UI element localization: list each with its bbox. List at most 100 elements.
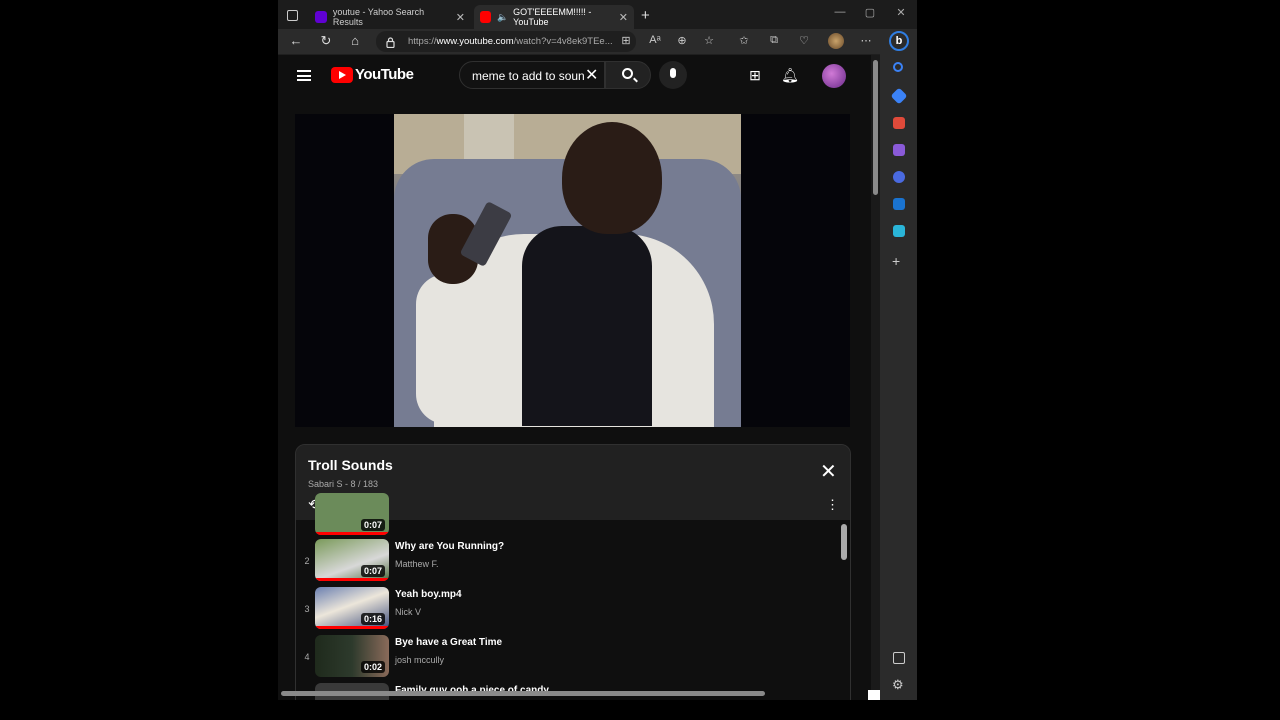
- url-domain: www.youtube.com: [436, 36, 514, 47]
- read-aloud-icon[interactable]: Aᵃ: [647, 34, 663, 46]
- close-tab-icon[interactable]: ✕: [456, 11, 465, 24]
- create-video-icon[interactable]: ⊞: [745, 67, 765, 84]
- close-playlist-icon[interactable]: ✕: [820, 459, 837, 484]
- add-sidebar-app-icon[interactable]: +: [892, 253, 900, 269]
- yahoo-favicon-icon: [315, 11, 327, 23]
- avatar[interactable]: [822, 64, 846, 88]
- app-available-icon[interactable]: ⊞: [618, 34, 634, 47]
- profile-avatar-icon[interactable]: [828, 33, 844, 49]
- notifications-bell-icon[interactable]: 🔔︎: [780, 67, 800, 84]
- playlist-index: 4: [304, 652, 310, 662]
- corner-square: [868, 690, 880, 700]
- watch-progress-bar: [315, 626, 389, 629]
- video-person-head: [562, 122, 662, 234]
- voice-search-button[interactable]: [659, 61, 687, 89]
- shopping-tag-icon[interactable]: [890, 87, 908, 105]
- video-thumbnail[interactable]: 0:07: [315, 493, 389, 535]
- new-tab-button[interactable]: +: [641, 7, 650, 24]
- list-item[interactable]: 4 0:02 Bye have a Great Time josh mccull…: [296, 632, 841, 680]
- tab-title: youtue - Yahoo Search Results: [332, 7, 425, 27]
- list-item[interactable]: 0:07: [296, 490, 841, 538]
- channel-name[interactable]: Matthew F.: [395, 559, 439, 569]
- close-tab-icon[interactable]: ✕: [619, 11, 628, 24]
- microphone-icon: [670, 68, 676, 78]
- maximize-icon[interactable]: ▢: [860, 6, 880, 19]
- back-icon[interactable]: ←: [286, 33, 306, 48]
- video-scarf: [522, 226, 652, 426]
- search-icon: [622, 68, 633, 79]
- tab-actions-icon[interactable]: [287, 10, 298, 21]
- playlist-list: 0:07 2 0:07 Why are You Running? Matthew…: [296, 493, 850, 700]
- tab-yahoo-search[interactable]: youtue - Yahoo Search Results ✕: [309, 5, 471, 29]
- collections-icon[interactable]: ⧉: [766, 34, 782, 47]
- close-window-icon[interactable]: ✕: [891, 6, 911, 19]
- url-path: /watch?v=4v8ek9TEe...: [513, 36, 613, 47]
- duration-badge: 0:07: [360, 565, 385, 577]
- edge-sidebar: b + ⚙: [880, 29, 917, 700]
- video-frame: [394, 114, 741, 427]
- clear-search-icon[interactable]: ✕: [585, 65, 598, 85]
- sidebar-search-icon[interactable]: [893, 62, 903, 72]
- hide-sidebar-icon[interactable]: [893, 652, 905, 664]
- drop-send-icon[interactable]: [893, 225, 905, 237]
- playlist-title[interactable]: Troll Sounds: [308, 457, 393, 473]
- microsoft-365-icon[interactable]: [893, 171, 905, 183]
- channel-name[interactable]: josh mccully: [395, 655, 444, 665]
- list-item[interactable]: 2 0:07 Why are You Running? Matthew F.: [296, 536, 841, 584]
- playlist-index: 3: [304, 604, 310, 614]
- tab-title: GOT'EEEEMM!!!!! - YouTube: [513, 7, 592, 27]
- video-arm: [416, 274, 476, 424]
- favorites-icon[interactable]: ✩: [736, 34, 752, 47]
- youtube-favicon-icon: [480, 11, 491, 23]
- audio-playing-icon[interactable]: 🔈: [497, 12, 508, 23]
- duration-badge: 0:16: [360, 613, 385, 625]
- zoom-icon[interactable]: ⊕: [674, 34, 690, 47]
- address-bar: ← ↻ ⌂ https://www.youtube.com/watch?v=4v…: [278, 29, 917, 54]
- video-thumbnail[interactable]: 0:16: [315, 587, 389, 629]
- lock-icon[interactable]: [386, 35, 395, 49]
- url-prefix: https://: [408, 36, 437, 47]
- playlist-scrollbar[interactable]: [841, 524, 847, 560]
- youtube-wordmark[interactable]: YouTube: [355, 66, 414, 83]
- duration-badge: 0:07: [360, 519, 385, 531]
- list-item[interactable]: 3 0:16 Yeah boy.mp4 Nick V: [296, 584, 841, 632]
- tools-toolbox-icon[interactable]: [893, 117, 905, 129]
- video-title[interactable]: Why are You Running?: [395, 541, 504, 552]
- url-field[interactable]: https://www.youtube.com/watch?v=4v8ek9TE…: [376, 31, 636, 52]
- games-icon[interactable]: [893, 144, 905, 156]
- outlook-icon[interactable]: [893, 198, 905, 210]
- horizontal-scroll-thumb[interactable]: [281, 691, 765, 696]
- tab-youtube[interactable]: 🔈 GOT'EEEEMM!!!!! - YouTube ✕: [474, 5, 634, 29]
- bing-copilot-icon[interactable]: b: [889, 31, 909, 51]
- search-input[interactable]: meme to add to soun: [459, 61, 605, 89]
- video-player[interactable]: [295, 114, 850, 427]
- video-thumbnail[interactable]: 0:07: [315, 539, 389, 581]
- duration-badge: 0:02: [360, 661, 385, 673]
- youtube-logo-icon[interactable]: [331, 67, 353, 83]
- browser-window: youtue - Yahoo Search Results ✕ 🔈 GOT'EE…: [278, 0, 917, 700]
- youtube-header: YouTube meme to add to soun ✕ ⊞ 🔔︎: [278, 55, 871, 97]
- favorite-star-icon[interactable]: ☆: [701, 34, 717, 47]
- refresh-icon[interactable]: ↻: [316, 33, 336, 49]
- page-vertical-scrollbar[interactable]: [871, 55, 880, 700]
- browser-essentials-icon[interactable]: ♡: [796, 34, 812, 47]
- watch-progress-bar: [315, 578, 389, 581]
- search-button[interactable]: [605, 61, 651, 89]
- menu-icon[interactable]: [297, 70, 311, 81]
- home-icon[interactable]: ⌂: [345, 33, 365, 48]
- video-title[interactable]: Bye have a Great Time: [395, 637, 502, 648]
- video-thumbnail[interactable]: 0:02: [315, 635, 389, 677]
- vertical-scroll-thumb[interactable]: [873, 60, 878, 195]
- tab-bar: youtue - Yahoo Search Results ✕ 🔈 GOT'EE…: [278, 0, 917, 32]
- watch-progress-bar: [315, 532, 389, 535]
- minimize-icon[interactable]: —: [830, 6, 850, 18]
- sidebar-settings-gear-icon[interactable]: ⚙: [892, 677, 904, 693]
- more-options-icon[interactable]: ⋯: [858, 34, 874, 47]
- youtube-page: YouTube meme to add to soun ✕ ⊞ 🔔︎ Troll…: [278, 55, 871, 700]
- video-title[interactable]: Yeah boy.mp4: [395, 589, 462, 600]
- channel-name[interactable]: Nick V: [395, 607, 421, 617]
- playlist-index: 2: [304, 556, 310, 566]
- list-item[interactable]: Family guy ooh a piece of candy: [296, 680, 841, 700]
- playlist-panel: Troll Sounds Sabari S - 8 / 183 ✕ ⟲ ⤨ ⋮ …: [295, 444, 851, 700]
- playlist-subtitle: Sabari S - 8 / 183: [308, 479, 379, 489]
